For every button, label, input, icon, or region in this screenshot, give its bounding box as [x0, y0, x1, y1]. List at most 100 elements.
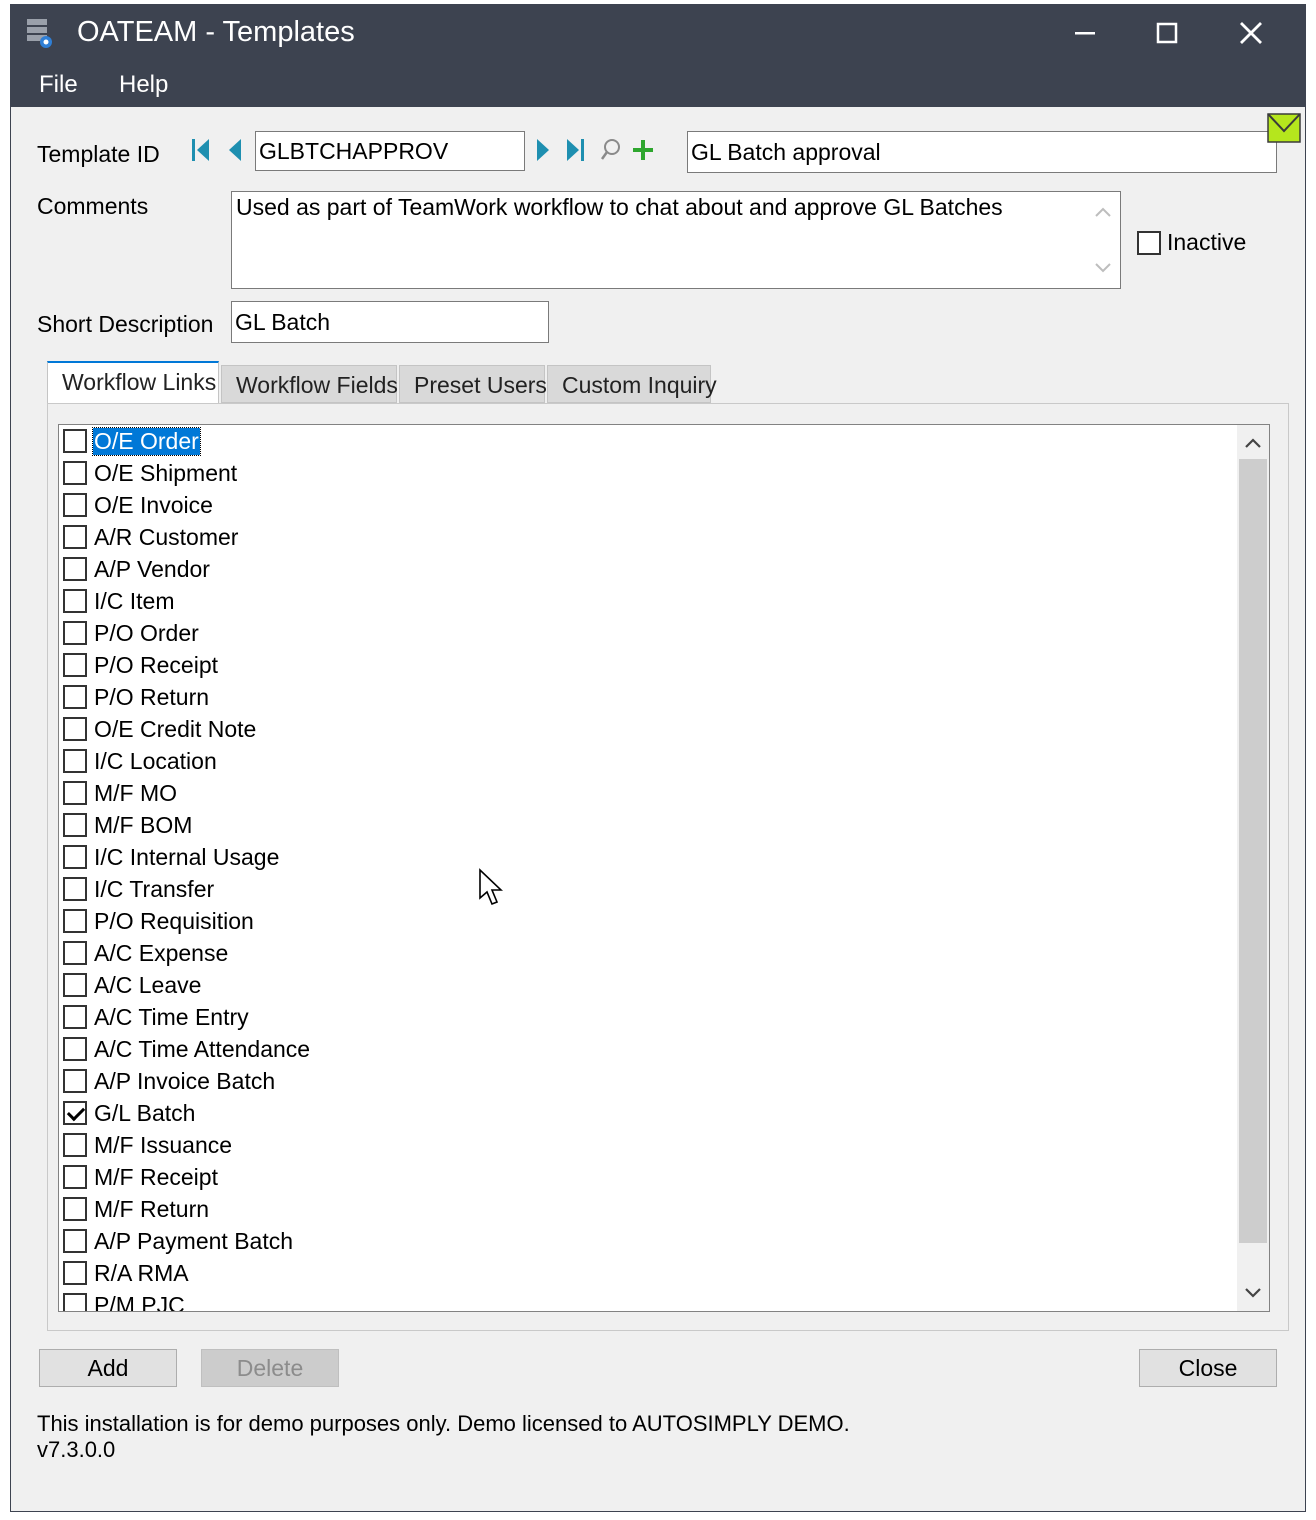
list-item-label: I/C Location	[94, 747, 217, 774]
minimize-button[interactable]	[1057, 11, 1113, 55]
delete-button[interactable]: Delete	[201, 1349, 339, 1387]
maximize-button[interactable]	[1139, 11, 1195, 55]
list-item-checkbox[interactable]	[63, 877, 87, 901]
list-item-checkbox[interactable]	[63, 973, 87, 997]
last-record-icon	[567, 139, 584, 161]
list-item-checkbox[interactable]	[63, 781, 87, 805]
template-id-input[interactable]	[255, 131, 525, 171]
close-window-button[interactable]	[1223, 11, 1279, 55]
list-item-checkbox[interactable]	[63, 1069, 87, 1093]
list-item[interactable]: A/R Customer	[63, 521, 239, 553]
menu-help[interactable]: Help	[119, 71, 168, 99]
tab-custom-inquiry[interactable]: Custom Inquiry	[547, 365, 717, 403]
add-button[interactable]: Add	[39, 1349, 177, 1387]
list-item-label: M/F Issuance	[94, 1131, 233, 1158]
inactive-checkbox[interactable]	[1137, 230, 1161, 255]
list-scrollbar[interactable]	[1237, 425, 1269, 1311]
scroll-down-button[interactable]	[1237, 1277, 1269, 1309]
chevron-down-icon	[1095, 263, 1111, 273]
tab-workflow-fields[interactable]: Workflow Fields	[221, 365, 398, 403]
comments-textarea[interactable]: Used as part of TeamWork workflow to cha…	[231, 191, 1121, 289]
list-item-checkbox[interactable]	[63, 685, 87, 709]
list-item-checkbox[interactable]	[63, 845, 87, 869]
list-item[interactable]: M/F MO	[63, 777, 178, 809]
list-item-checkbox[interactable]	[63, 941, 87, 965]
next-record-button[interactable]	[531, 135, 555, 165]
list-item-checkbox[interactable]	[63, 717, 87, 741]
mail-icon	[1267, 113, 1301, 143]
inactive-checkbox-group[interactable]: Inactive	[1137, 229, 1246, 256]
first-record-button[interactable]	[189, 135, 213, 165]
list-item-checkbox[interactable]	[63, 461, 87, 485]
list-item[interactable]: R/A RMA	[63, 1257, 190, 1289]
close-button[interactable]: Close	[1139, 1349, 1277, 1387]
list-item[interactable]: O/E Shipment	[63, 457, 238, 489]
list-item[interactable]: O/E Invoice	[63, 489, 214, 521]
list-item[interactable]: M/F Receipt	[63, 1161, 219, 1193]
workflow-links-list[interactable]: O/E Order O/E Shipment O/E Invoice A/R Cust…	[58, 424, 1270, 1312]
list-item-checkbox[interactable]	[63, 1293, 87, 1311]
list-item[interactable]: M/F Return	[63, 1193, 210, 1225]
previous-record-button[interactable]	[223, 135, 247, 165]
list-item-checkbox[interactable]	[63, 525, 87, 549]
list-item-checkbox[interactable]	[63, 1037, 87, 1061]
list-item[interactable]: A/P Invoice Batch	[63, 1065, 276, 1097]
tab-workflow-links[interactable]: Workflow Links	[47, 361, 219, 405]
list-item-checkbox[interactable]	[63, 1197, 87, 1221]
mouse-cursor-icon	[478, 868, 504, 913]
list-item[interactable]: P/O Order	[63, 617, 200, 649]
scroll-thumb[interactable]	[1239, 459, 1267, 1243]
scroll-up-button[interactable]	[1237, 427, 1269, 459]
list-item[interactable]: P/O Receipt	[63, 649, 219, 681]
list-item[interactable]: A/C Time Attendance	[63, 1033, 311, 1065]
list-item-checkbox[interactable]	[63, 589, 87, 613]
list-item-label: G/L Batch	[94, 1099, 196, 1126]
list-item[interactable]: O/E Order	[63, 425, 201, 457]
new-record-button[interactable]	[631, 135, 655, 165]
short-description-input[interactable]	[231, 301, 549, 343]
tab-preset-users[interactable]: Preset Users	[399, 365, 547, 403]
list-item[interactable]: A/C Time Entry	[63, 1001, 250, 1033]
list-item[interactable]: A/C Leave	[63, 969, 202, 1001]
list-item-checkbox[interactable]	[63, 493, 87, 517]
list-item[interactable]: O/E Credit Note	[63, 713, 257, 745]
list-item[interactable]: I/C Internal Usage	[63, 841, 280, 873]
list-item[interactable]: A/C Expense	[63, 937, 229, 969]
title-bar: OATEAM - Templates	[11, 5, 1305, 61]
list-item[interactable]: P/O Requisition	[63, 905, 255, 937]
list-item-checkbox[interactable]	[63, 1229, 87, 1253]
content-area: Template ID GLBTCHAPPROV GL Batch approv…	[11, 107, 1305, 1511]
list-item[interactable]: I/C Location	[63, 745, 218, 777]
menu-file[interactable]: File	[39, 71, 78, 99]
list-item-checkbox[interactable]	[63, 813, 87, 837]
template-description-input[interactable]	[687, 131, 1277, 173]
list-item-checkbox[interactable]	[63, 429, 87, 453]
list-item-checkbox[interactable]	[63, 1261, 87, 1285]
list-item[interactable]: A/P Payment Batch	[63, 1225, 294, 1257]
list-item[interactable]: I/C Transfer	[63, 873, 215, 905]
last-record-button[interactable]	[563, 135, 587, 165]
list-item[interactable]: P/O Return	[63, 681, 210, 713]
list-item-label: O/E Invoice	[94, 491, 213, 518]
list-item-checkbox[interactable]	[63, 749, 87, 773]
version-text: v7.3.0.0	[37, 1437, 116, 1462]
list-item-checkbox[interactable]	[63, 557, 87, 581]
list-item-checkbox[interactable]	[63, 1101, 87, 1125]
list-item-checkbox[interactable]	[63, 1133, 87, 1157]
list-item-checkbox[interactable]	[63, 1165, 87, 1189]
list-item[interactable]: M/F BOM	[63, 809, 193, 841]
list-item[interactable]: A/P Vendor	[63, 553, 211, 585]
list-item-checkbox[interactable]	[63, 909, 87, 933]
inactive-label: Inactive	[1167, 229, 1247, 255]
comments-scrollbar[interactable]	[1086, 192, 1120, 288]
finder-button[interactable]	[599, 135, 623, 165]
mail-button[interactable]	[1267, 113, 1301, 148]
list-item-checkbox[interactable]	[63, 1005, 87, 1029]
list-item[interactable]: M/F Issuance	[63, 1129, 233, 1161]
list-item-label: M/F Return	[94, 1195, 210, 1222]
list-item-checkbox[interactable]	[63, 653, 87, 677]
list-item[interactable]: G/L Batch	[63, 1097, 196, 1129]
list-item-checkbox[interactable]	[63, 621, 87, 645]
list-item[interactable]: I/C Item	[63, 585, 176, 617]
list-item[interactable]: P/M PJC	[63, 1289, 186, 1311]
